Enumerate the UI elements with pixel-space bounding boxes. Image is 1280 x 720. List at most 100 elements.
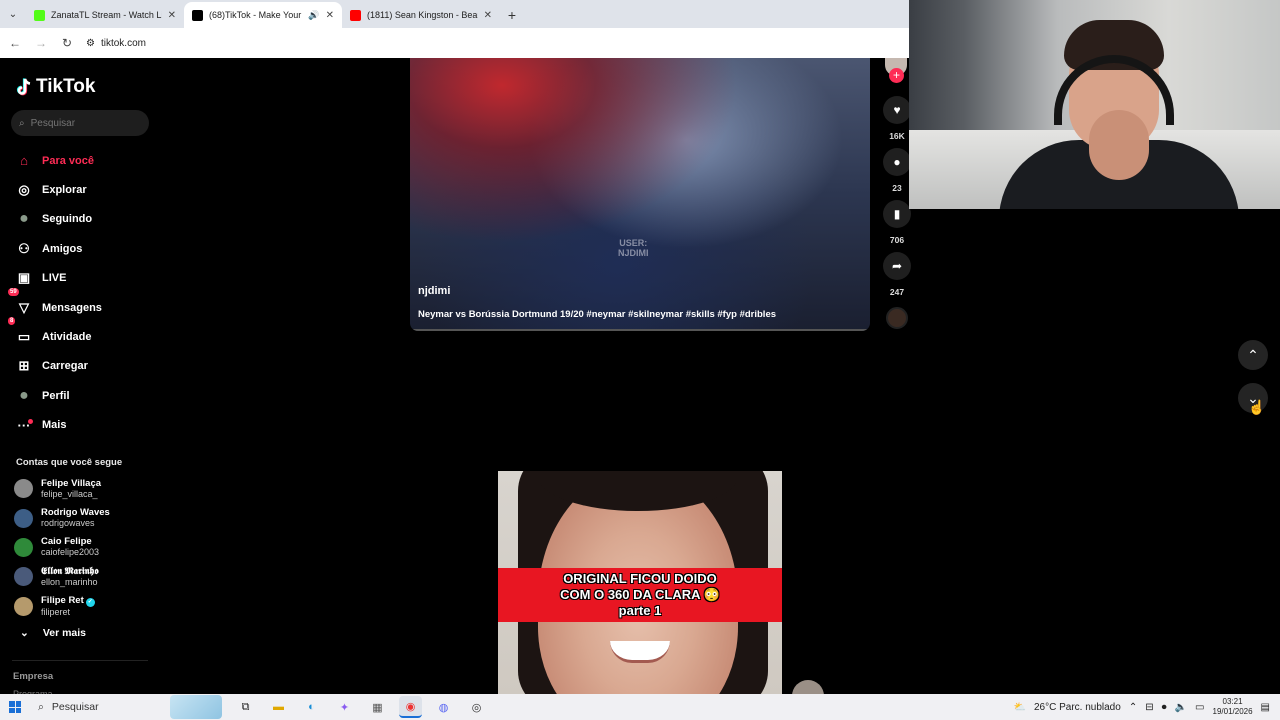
clock[interactable]: 03:21 19/01/2026 <box>1213 697 1253 717</box>
taskbar-search[interactable]: ⌕ Pesquisar <box>30 694 222 720</box>
notifications-icon[interactable]: ▤ <box>1261 702 1270 713</box>
sidebar-item-live[interactable]: ▣ LIVE <box>0 264 160 293</box>
share-count: 247 <box>889 287 905 297</box>
following-account[interactable]: Felipe Villaça felipe_villaca_ <box>14 474 154 503</box>
taskbar-search-label: Pesquisar <box>51 701 99 713</box>
sidebar-item-label: Explorar <box>42 184 87 197</box>
comment-icon: ● <box>893 155 901 169</box>
avatar <box>14 537 33 557</box>
close-tab-icon[interactable]: ✕ <box>168 10 176 21</box>
following-account[interactable]: Filipe Ret ✓ filiperet <box>14 592 154 621</box>
back-icon[interactable]: ← <box>8 36 22 50</box>
sidebar-item-messages[interactable]: ▽ 59 Mensagens <box>0 287 160 322</box>
account-handle: felipe_villaca_ <box>41 488 98 499</box>
windows-taskbar: ⌕ Pesquisar ⧉ ▬ ◐ ✦ ▦ ◉ ◍ ◎ ⛅ 26°C Parc.… <box>0 694 1280 720</box>
copilot-icon[interactable]: ✦ <box>333 696 356 718</box>
volume-icon[interactable]: 🔈 <box>1175 702 1187 713</box>
account-names: Filipe Ret ✓ filiperet <box>41 595 95 618</box>
reload-icon[interactable]: ↻ <box>60 36 74 50</box>
webcam-overlay <box>909 0 1280 209</box>
url-text: tiktok.com <box>100 37 146 49</box>
verified-badge-icon: ✓ <box>85 597 95 607</box>
next-video-preview[interactable]: ORIGINAL FICOU DOIDO COM O 360 DA CLARA … <box>498 471 782 694</box>
audio-playing-icon[interactable]: 🔊 <box>308 10 319 21</box>
watermark-line: USER: <box>619 238 648 248</box>
tiktok-logo[interactable]: TikTok <box>16 76 95 98</box>
account-display-name: Felipe Villaça <box>41 478 101 489</box>
sidebar-item-label: Seguindo <box>42 213 93 226</box>
weather-text[interactable]: 26°C Parc. nublado <box>1034 702 1121 713</box>
following-account[interactable]: Rodrigo Waves rodrigowaves <box>14 503 154 532</box>
file-explorer-icon[interactable]: ▬ <box>267 696 290 718</box>
sidebar-item-friends[interactable]: ⚇ Amigos <box>0 234 160 263</box>
search-box[interactable]: ⌕ <box>11 110 149 136</box>
new-tab-button[interactable]: + <box>500 2 524 28</box>
weather-icon[interactable]: ⛅ <box>1014 702 1026 713</box>
edge-icon[interactable]: ◐ <box>300 696 323 718</box>
like-button[interactable]: ♥ <box>883 96 911 124</box>
compass-icon: ◎ <box>18 182 30 198</box>
follow-plus-icon[interactable]: + <box>889 68 904 83</box>
sidebar-item-activity[interactable]: ▭ 8 Atividade <box>0 317 160 351</box>
save-button[interactable]: ▮ <box>883 200 911 228</box>
account-display-name: Caio Felipe <box>41 536 99 547</box>
account-display-name: 𝕰𝖑𝖑𝖔𝖓 𝕸𝖆𝖗𝖎𝖓𝖍𝖔 <box>41 566 99 577</box>
video-author[interactable]: njdimi <box>418 285 450 297</box>
video-player[interactable]: USER: NJDIMI njdimi Neymar vs Borússia D… <box>410 58 870 331</box>
start-button[interactable] <box>0 694 30 720</box>
comment-button[interactable]: ● <box>883 148 911 176</box>
account-display-name-text: Rodrigo Waves <box>41 507 110 519</box>
account-handle: ellon_marinho <box>41 576 98 587</box>
following-account[interactable]: Caio Felipe caiofelipe2003 <box>14 533 154 562</box>
task-view-icon[interactable]: ⧉ <box>234 696 257 718</box>
site-info-icon[interactable]: ⚙ <box>86 38 95 49</box>
battery-icon[interactable]: ▭ <box>1195 702 1204 713</box>
close-tab-icon[interactable]: ✕ <box>484 10 492 21</box>
account-display-name-text: 𝕰𝖑𝖑𝖔𝖓 𝕸𝖆𝖗𝖎𝖓𝖍𝖔 <box>41 565 99 577</box>
sidebar-item-home[interactable]: ⌂ Para você <box>0 146 160 175</box>
browser-tab-youtube[interactable]: (1811) Sean Kingston - Beautifu ✕ <box>342 2 500 28</box>
search-input[interactable] <box>30 117 131 129</box>
browser-tab-kick[interactable]: ZanataTL Stream - Watch Live o ✕ <box>26 2 184 28</box>
sidebar-item-more[interactable]: ··· Mais <box>0 411 160 440</box>
save-count: 706 <box>889 235 905 245</box>
discord-icon[interactable]: ◍ <box>432 696 455 718</box>
hand-cursor-icon: ☝ <box>1248 399 1266 415</box>
account-names: Felipe Villaça felipe_villaca_ <box>41 478 101 500</box>
sidebar-item-upload[interactable]: ⊞ Carregar <box>0 352 160 381</box>
sidebar-item-compass[interactable]: ◎ Explorar <box>0 175 160 204</box>
live-icon: ▣ <box>17 270 31 286</box>
tray-overflow-icon[interactable]: ⌃ <box>1129 702 1137 713</box>
search-highlight-image <box>170 695 222 719</box>
store-icon[interactable]: ▦ <box>366 696 389 718</box>
tab-title: (68)TikTok - Make Your Day <box>209 10 302 20</box>
following-avatar-icon: ● <box>19 210 29 228</box>
obs-icon[interactable]: ◎ <box>465 696 488 718</box>
home-icon: ⌂ <box>20 153 28 169</box>
url-field[interactable]: ⚙ tiktok.com <box>86 38 146 49</box>
video-progress-bar[interactable] <box>410 329 870 331</box>
chrome-icon[interactable]: ◉ <box>399 696 422 718</box>
tiktok-logo-icon <box>16 77 31 95</box>
caption-line: parte 1 <box>618 603 662 618</box>
share-button[interactable]: ➦ <box>883 252 911 280</box>
account-display-name-text: Caio Felipe <box>41 536 92 548</box>
browser-tab-tiktok[interactable]: (68)TikTok - Make Your Day 🔊 ✕ <box>184 2 342 28</box>
sidebar-item-following-avatar[interactable]: ● Seguindo <box>0 205 160 234</box>
address-bar: ← → ↻ ⚙ tiktok.com <box>0 28 910 58</box>
following-account[interactable]: 𝕰𝖑𝖑𝖔𝖓 𝕸𝖆𝖗𝖎𝖓𝖍𝖔 ellon_marinho <box>14 562 154 591</box>
close-tab-icon[interactable]: ✕ <box>326 10 334 21</box>
see-more-label: Ver mais <box>42 627 87 639</box>
footer-link-company[interactable]: Empresa <box>13 671 53 682</box>
share-arrow-icon: ➦ <box>891 259 903 273</box>
network-icon[interactable]: ⊟ <box>1145 702 1153 713</box>
see-more-button[interactable]: ⌄ Ver mais <box>20 627 86 639</box>
tab-search-icon[interactable]: ⌄ <box>0 0 26 28</box>
tab-title: ZanataTL Stream - Watch Live o <box>51 10 162 20</box>
previous-video-button[interactable]: ⌃ <box>1238 340 1268 370</box>
forward-icon[interactable]: → <box>34 36 48 50</box>
microphone-icon[interactable]: ⏺ <box>1162 702 1167 713</box>
bookmark-icon: ▮ <box>893 207 901 221</box>
sidebar-item-profile-avatar[interactable]: ● Perfil <box>0 381 160 410</box>
music-disc-icon[interactable] <box>886 307 908 329</box>
